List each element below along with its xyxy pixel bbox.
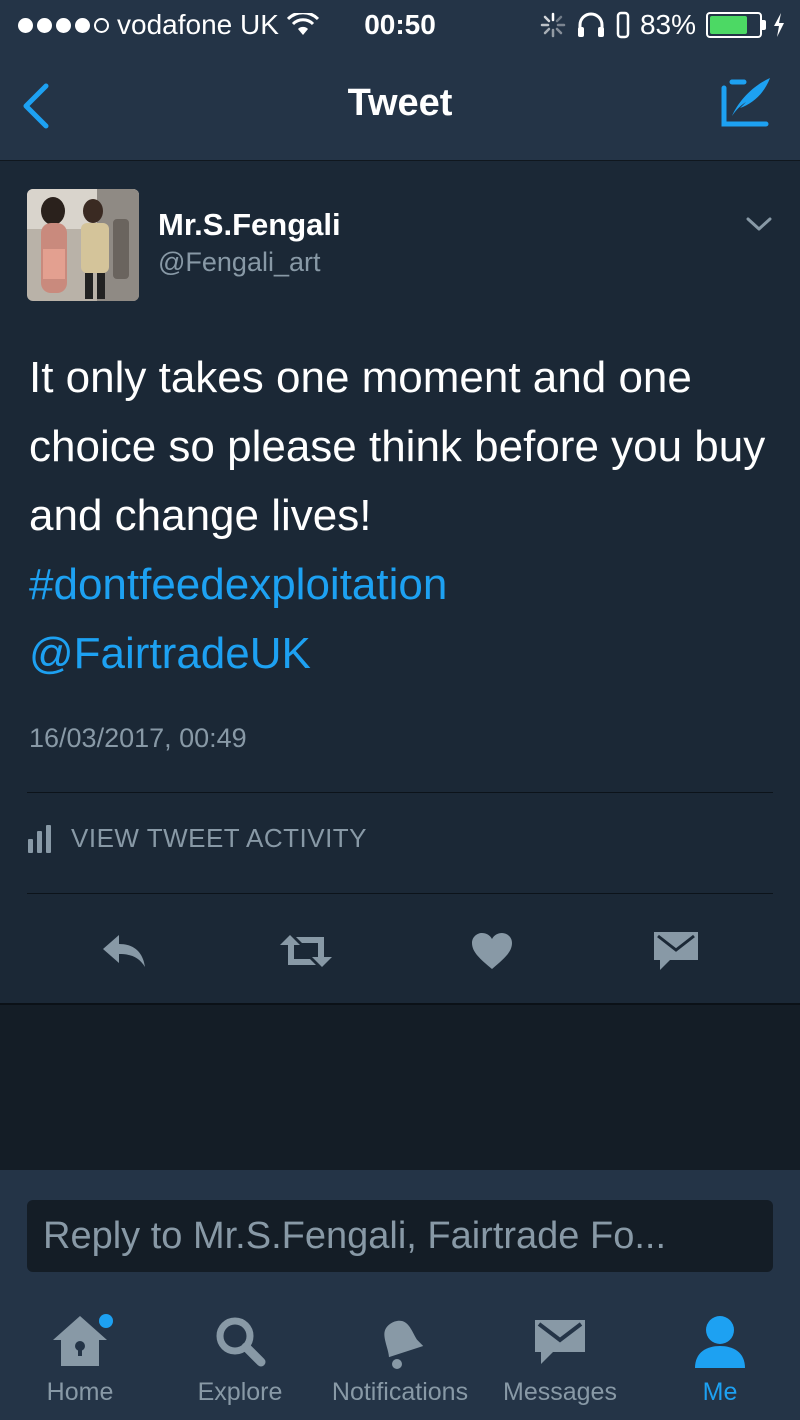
tab-label: Explore bbox=[197, 1378, 283, 1406]
reply-icon bbox=[103, 935, 145, 967]
tweet-options-button[interactable] bbox=[744, 215, 774, 235]
status-bar: vodafone UK 00:50 83% bbox=[0, 0, 800, 52]
bar-chart-icon bbox=[28, 824, 51, 853]
page-title: Tweet bbox=[347, 82, 453, 124]
bell-icon bbox=[365, 1306, 435, 1376]
headphones-icon bbox=[577, 12, 604, 37]
tab-label: Home bbox=[46, 1378, 114, 1406]
tweet-actions bbox=[0, 921, 800, 981]
retweet-icon bbox=[280, 935, 332, 967]
tweet-text: It only takes one moment and one choice … bbox=[29, 343, 779, 688]
avatar-photo bbox=[27, 189, 139, 301]
home-icon bbox=[45, 1306, 115, 1376]
reply-bar: Reply to Mr.S.Fengali, Fairtrade Fo... bbox=[0, 1170, 800, 1290]
tab-label: Messages bbox=[503, 1378, 617, 1406]
battery-icon bbox=[706, 12, 766, 38]
user-handle[interactable]: @Fengali_art bbox=[158, 247, 321, 278]
tweet-detail: Mr.S.Fengali @Fengali_art It only takes … bbox=[0, 161, 800, 1005]
tweet-timestamp: 16/03/2017, 00:49 bbox=[29, 723, 247, 753]
divider bbox=[27, 893, 773, 894]
tab-explore[interactable]: Explore bbox=[165, 1306, 315, 1416]
avatar[interactable] bbox=[27, 189, 139, 301]
like-button[interactable] bbox=[462, 921, 522, 981]
like-icon bbox=[472, 933, 512, 969]
compose-tweet-button[interactable] bbox=[718, 74, 774, 132]
view-tweet-activity-link[interactable]: VIEW TWEET ACTIVITY bbox=[27, 823, 367, 854]
tab-bar: Home Explore Notifications Messages Me bbox=[0, 1290, 800, 1420]
tab-me[interactable]: Me bbox=[645, 1306, 795, 1416]
display-name[interactable]: Mr.S.Fengali bbox=[158, 207, 341, 243]
activity-label: VIEW TWEET ACTIVITY bbox=[71, 823, 368, 853]
reply-input[interactable]: Reply to Mr.S.Fengali, Fairtrade Fo... bbox=[27, 1200, 773, 1272]
divider bbox=[27, 792, 773, 793]
direct-message-button[interactable] bbox=[646, 921, 706, 981]
reply-button[interactable] bbox=[94, 921, 154, 981]
battery-percent: 83% bbox=[639, 9, 696, 40]
mention-link[interactable]: @FairtradeUK bbox=[29, 629, 311, 678]
tab-label: Me bbox=[702, 1378, 738, 1406]
search-icon bbox=[205, 1306, 275, 1376]
navigation-bar: Tweet bbox=[0, 52, 800, 161]
tweet-body: It only takes one moment and one choice … bbox=[29, 353, 766, 540]
tab-home[interactable]: Home bbox=[5, 1306, 155, 1416]
envelope-icon bbox=[525, 1306, 595, 1376]
activity-spinner-icon bbox=[540, 12, 566, 38]
hashtag-link[interactable]: #dontfeedexploitation bbox=[29, 560, 447, 609]
tab-messages[interactable]: Messages bbox=[485, 1306, 635, 1416]
retweet-button[interactable] bbox=[276, 921, 336, 981]
orientation-lock-icon bbox=[616, 11, 630, 39]
person-icon bbox=[685, 1306, 755, 1376]
direct-message-icon bbox=[654, 932, 698, 970]
tab-label: Notifications bbox=[331, 1378, 469, 1406]
notification-dot bbox=[99, 1314, 113, 1328]
tab-notifications[interactable]: Notifications bbox=[325, 1306, 475, 1416]
charging-bolt-icon bbox=[774, 13, 784, 37]
